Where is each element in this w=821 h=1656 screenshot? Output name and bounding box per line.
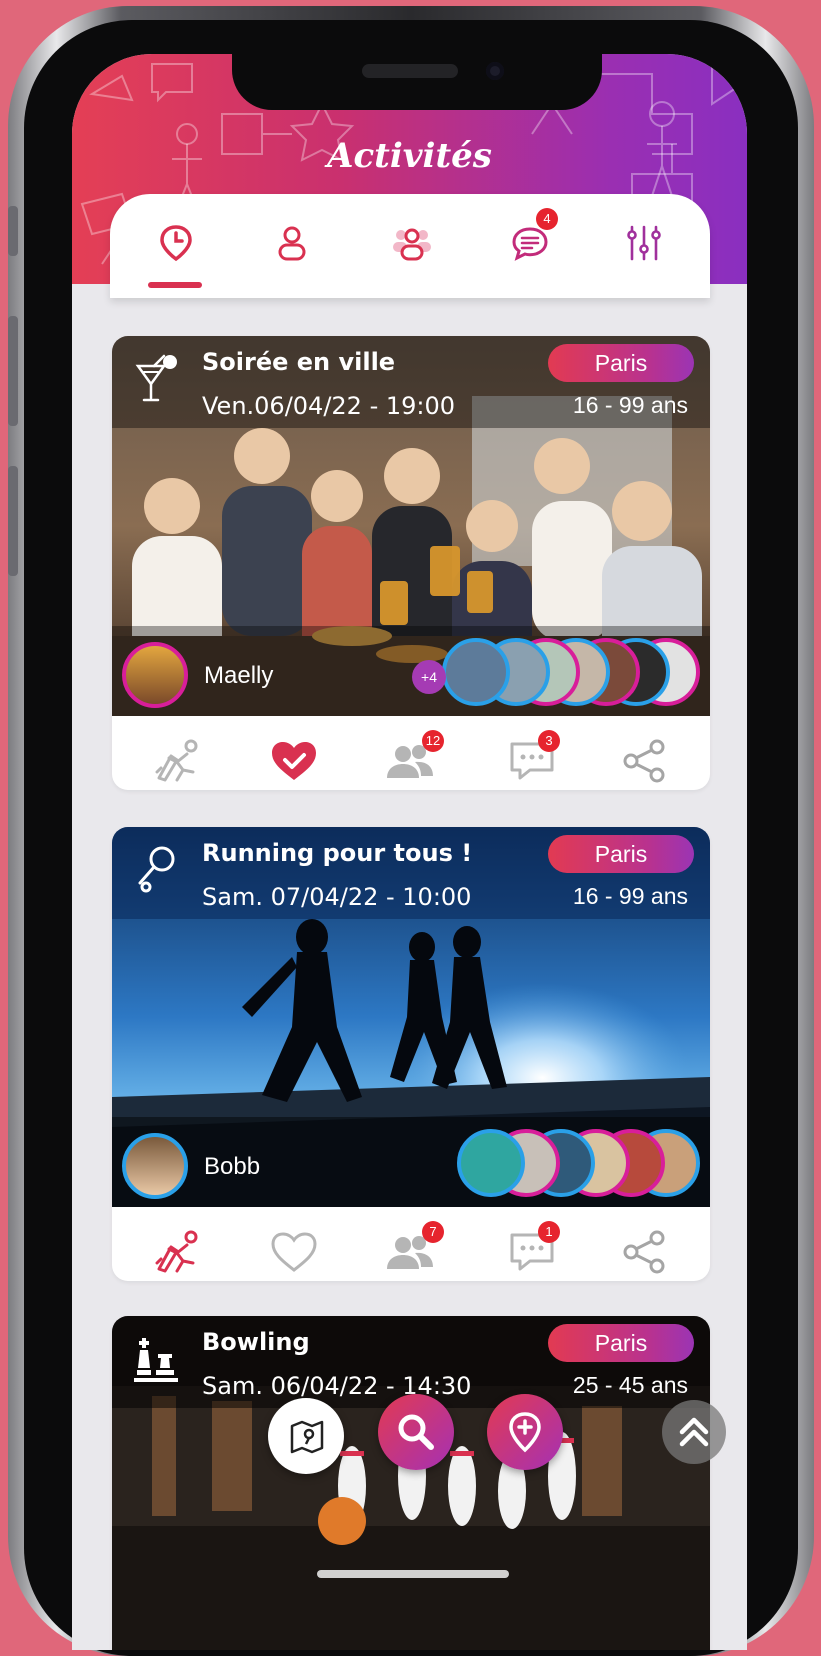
heart-check-icon [272, 742, 316, 780]
participants-button[interactable]: 7 [382, 1221, 444, 1277]
comments-count-badge: 3 [538, 730, 560, 752]
group-icon [393, 228, 431, 261]
share-icon [623, 739, 665, 783]
card-actions: 7 1 [112, 1207, 710, 1281]
front-camera [486, 62, 504, 80]
card-footer-overlay: Maelly +4 [112, 626, 710, 716]
activity-date: Ven.06/04/22 - 19:00 [202, 392, 456, 420]
speaker-grille [362, 64, 458, 78]
avatar [457, 1129, 525, 1197]
age-range: 16 - 99 ans [572, 883, 688, 909]
tab-groups[interactable] [382, 218, 442, 268]
jetpack-runner-icon [155, 1230, 198, 1273]
cocktail-icon [135, 354, 177, 402]
messages-badge: 4 [536, 208, 558, 230]
participant-avatars[interactable]: +4 [402, 638, 702, 708]
search-icon [398, 1414, 434, 1450]
comments-button[interactable]: 3 [504, 730, 560, 786]
city-badge: Paris [548, 835, 694, 873]
notch [232, 54, 602, 110]
organizer-name: Maelly [204, 662, 274, 689]
avatar[interactable] [122, 642, 188, 708]
card-header-overlay: Soirée en ville Ven.06/04/22 - 19:00 Par… [112, 336, 710, 428]
activity-card[interactable]: Soirée en ville Ven.06/04/22 - 19:00 Par… [112, 336, 710, 790]
jetpack-runner-icon [155, 739, 198, 782]
tab-profile[interactable] [262, 218, 322, 268]
scroll-top-button[interactable] [662, 1400, 726, 1464]
map-view-button[interactable] [268, 1398, 344, 1474]
share-button[interactable] [616, 1227, 672, 1277]
person-icon [278, 226, 306, 261]
age-range: 25 - 45 ans [572, 1372, 688, 1398]
create-activity-button[interactable] [487, 1394, 563, 1470]
avatar [442, 638, 510, 706]
activity-title: Soirée en ville [202, 348, 396, 376]
city-badge: Paris [548, 344, 694, 382]
map-icon [290, 1420, 324, 1454]
participant-avatars[interactable] [402, 1129, 702, 1199]
activity-title: Bowling [202, 1328, 310, 1356]
home-indicator [317, 1570, 509, 1578]
share-button[interactable] [616, 736, 672, 786]
active-tab-indicator [148, 282, 202, 288]
activity-date: Sam. 07/04/22 - 10:00 [202, 883, 472, 911]
tab-activities[interactable] [146, 218, 206, 268]
age-range: 16 - 99 ans [572, 392, 688, 418]
card-footer-overlay: Bobb [112, 1117, 710, 1207]
comments-count-badge: 1 [538, 1221, 560, 1243]
volume-up-button [8, 316, 18, 426]
mute-switch [8, 206, 18, 256]
city-badge: Paris [548, 1324, 694, 1362]
participants-count-badge: 12 [422, 730, 444, 752]
activity-card[interactable]: Bowling Sam. 06/04/22 - 14:30 Paris 25 -… [112, 1316, 710, 1650]
search-button[interactable] [378, 1394, 454, 1470]
card-header-overlay: Running pour tous ! Sam. 07/04/22 - 10:0… [112, 827, 710, 919]
participants-count-badge: 7 [422, 1221, 444, 1243]
tab-filters[interactable] [614, 218, 674, 268]
activity-date: Sam. 06/04/22 - 14:30 [202, 1372, 472, 1400]
chess-icon [134, 1338, 178, 1382]
scroll-top-icon [679, 1417, 709, 1447]
share-icon [623, 1230, 665, 1274]
clock-pin-icon [160, 225, 192, 262]
heart-outline-icon [271, 1232, 317, 1272]
participants-button[interactable]: 12 [382, 730, 444, 786]
extra-participants-badge: +4 [412, 660, 446, 694]
add-location-icon [509, 1412, 541, 1453]
filters-icon [627, 225, 661, 261]
activity-title: Running pour tous ! [202, 839, 473, 867]
organizer-name: Bobb [204, 1153, 261, 1180]
join-button[interactable] [152, 736, 208, 786]
page-title: Activités [327, 136, 492, 176]
comments-button[interactable]: 1 [504, 1221, 560, 1277]
join-button[interactable] [152, 1227, 208, 1277]
like-button[interactable] [266, 736, 322, 786]
card-actions: 12 3 [112, 716, 710, 790]
activity-card[interactable]: Running pour tous ! Sam. 07/04/22 - 10:0… [112, 827, 710, 1281]
tab-bar: 4 [110, 194, 710, 298]
volume-down-button [8, 466, 18, 576]
app-screen: Activités 4 Soirée en ville Ven.06/04/22… [72, 54, 747, 1650]
tab-messages[interactable]: 4 [500, 208, 560, 268]
avatar[interactable] [122, 1133, 188, 1199]
running-icon [138, 846, 175, 893]
like-button[interactable] [266, 1227, 322, 1277]
